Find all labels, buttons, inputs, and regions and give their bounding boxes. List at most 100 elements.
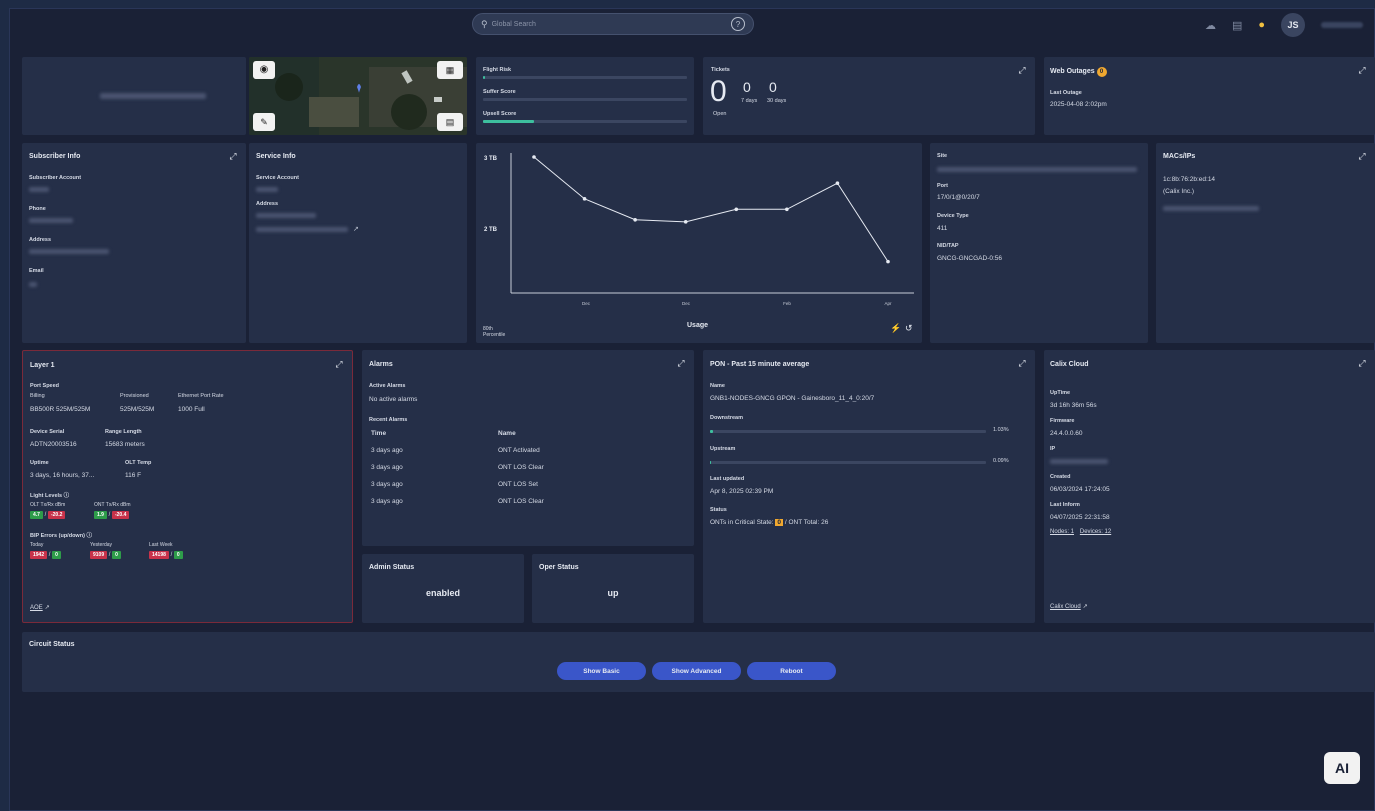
road-icon[interactable]: ▦ xyxy=(437,61,463,79)
expand-icon[interactable]: ⤢ xyxy=(1017,65,1027,75)
today-down-value: 0 xyxy=(52,551,61,559)
usage-series-line xyxy=(533,156,889,262)
port-speed-label: Port Speed xyxy=(30,383,60,389)
y-tick-label: 2 TB xyxy=(484,227,498,233)
admin-status-title: Admin Status xyxy=(369,564,415,571)
ont-rx-value: -20.4 xyxy=(111,511,130,519)
show-basic-button[interactable]: Show Basic xyxy=(557,662,646,680)
usage-data-point xyxy=(683,220,688,224)
notification-icon[interactable]: ● xyxy=(1258,19,1265,31)
alarms-col-time: Time xyxy=(371,430,387,437)
x-tick-label: Dec xyxy=(582,301,591,306)
layer1-title: Layer 1 xyxy=(30,362,55,369)
search-input[interactable]: ⚲ Global Search ? xyxy=(472,13,754,35)
inbox-icon[interactable]: ▤ xyxy=(1232,19,1242,32)
olt-light-values: 4.7 / -20.2 xyxy=(30,511,66,519)
expand-icon[interactable]: ⤢ xyxy=(1357,358,1367,368)
port-value: 17/0/1@0/20/7 xyxy=(937,194,980,201)
aoe-link[interactable]: AOE ↗ xyxy=(30,604,50,611)
downstream-fill xyxy=(710,430,713,433)
last-updated-value: Apr 8, 2025 02:39 PM xyxy=(710,488,774,495)
status-line: ONTs in Critical State: 0 / ONT Total: 2… xyxy=(710,519,828,526)
today-bip-values: 1942 / 0 xyxy=(30,551,61,559)
upsell-score-label: Upsell Score xyxy=(483,111,517,117)
firmware-label: Firmware xyxy=(1050,418,1075,424)
device-serial-value: ADTN20003516 xyxy=(30,441,77,448)
firmware-value: 24.4.0.0.60 xyxy=(1050,430,1083,437)
ai-assistant-button[interactable]: AI xyxy=(1324,752,1360,784)
usage-footer-left: 80th Percentile xyxy=(483,326,506,338)
upsell-score-bar xyxy=(483,120,687,123)
alarm-name: ONT LOS Clear xyxy=(498,498,544,505)
nodes-link[interactable]: Nodes: 1 xyxy=(1050,529,1074,535)
external-link-icon[interactable]: ↗ xyxy=(45,605,50,611)
info-icon[interactable]: ⓘ xyxy=(86,533,92,539)
status-label: Status xyxy=(710,507,727,513)
phone-redacted xyxy=(29,218,73,223)
address-label: Address xyxy=(29,237,52,243)
external-link-icon[interactable]: ↗ xyxy=(353,225,359,233)
calix-uptime-value: 3d 16h 36m 56s xyxy=(1050,402,1097,409)
history-icon[interactable]: ↺ xyxy=(905,323,913,334)
camera-icon[interactable]: ◉ xyxy=(253,61,275,79)
show-advanced-button[interactable]: Show Advanced xyxy=(652,662,741,680)
usage-data-point xyxy=(582,197,587,201)
scores-panel: Flight Risk Suffer Score Upsell Score xyxy=(476,57,694,135)
calix-cloud-link[interactable]: Calix Cloud ↗ xyxy=(1050,603,1088,610)
map-panel[interactable]: ◉ ▦ ✎ ▤ xyxy=(249,57,467,135)
expand-icon[interactable]: ⤢ xyxy=(1357,151,1367,161)
provisioned-value: 525M/525M xyxy=(120,406,155,413)
billing-label: Billing xyxy=(30,393,45,399)
ip-label: IP xyxy=(1050,446,1056,452)
alarm-time: 3 days ago xyxy=(371,481,403,488)
service-info-panel: Service Info Service Account Address ↗ xyxy=(249,143,467,343)
expand-icon[interactable]: ⤢ xyxy=(1357,65,1367,75)
avatar[interactable]: JS xyxy=(1281,13,1305,37)
devices-link[interactable]: Devices: 12 xyxy=(1080,529,1111,535)
site-panel: Site Port 17/0/1@0/20/7 Device Type 411 … xyxy=(930,143,1148,343)
service-info-title: Service Info xyxy=(256,153,296,160)
alarms-title: Alarms xyxy=(369,361,393,368)
pon-name-label: Name xyxy=(710,383,725,389)
yesterday-bip-values: 9109 / 0 xyxy=(90,551,121,559)
reboot-button[interactable]: Reboot xyxy=(747,662,836,680)
usage-data-point xyxy=(785,207,789,212)
service-address-redacted-1 xyxy=(256,213,316,218)
usage-data-point xyxy=(532,155,536,159)
upstream-label: Upstream xyxy=(710,446,736,452)
last-week-down-value: 0 xyxy=(173,551,183,559)
site-label: Site xyxy=(937,153,948,159)
flight-risk-bar xyxy=(483,76,687,79)
calix-cloud-link-text[interactable]: Calix Cloud xyxy=(1050,604,1081,610)
pon-title: PON - Past 15 minute average xyxy=(710,361,810,368)
yesterday-up-value: 9109 xyxy=(90,551,108,559)
ont-light-values: 1.9 / -20.4 xyxy=(94,511,130,519)
macs-ips-panel: MACs/IPs ⤢ 1c:8b:76:2b:ed:14 (Calix Inc.… xyxy=(1156,143,1375,343)
downstream-bar xyxy=(710,430,986,433)
username-redacted xyxy=(1321,22,1363,28)
olt-tx-value: 4.7 xyxy=(30,511,43,519)
expand-icon[interactable]: ⤢ xyxy=(334,359,344,369)
email-label: Email xyxy=(29,268,44,274)
info-icon[interactable]: ⓘ xyxy=(64,493,70,499)
device-serial-label: Device Serial xyxy=(30,429,65,435)
expand-icon[interactable]: ⤢ xyxy=(1017,358,1027,368)
expand-icon[interactable]: ⤢ xyxy=(676,358,686,368)
created-label: Created xyxy=(1050,474,1071,480)
usage-chart-panel: 3 TB 2 TB Dec Dec Feb Apr 80th Percentile Usa… xyxy=(476,143,922,343)
external-link-icon[interactable]: ↗ xyxy=(1083,604,1088,610)
today-label: Today xyxy=(30,542,44,548)
billing-value: BB500R 525M/525M xyxy=(30,406,91,413)
cloud-icon[interactable]: ☁ xyxy=(1205,19,1216,32)
service-account-redacted xyxy=(256,187,278,192)
active-alarms-label: Active Alarms xyxy=(369,383,406,389)
aoe-link-text[interactable]: AOE xyxy=(30,605,43,611)
help-icon[interactable]: ? xyxy=(731,17,745,31)
last-week-up-value: 14198 xyxy=(149,551,169,559)
edit-icon[interactable]: ✎ xyxy=(253,113,275,131)
bolt-icon[interactable]: ⚡ xyxy=(890,323,901,334)
web-outages-badge: 0 xyxy=(1096,67,1107,77)
map-icon[interactable]: ▤ xyxy=(437,113,463,131)
ip-redacted xyxy=(1163,206,1259,211)
expand-icon[interactable]: ⤢ xyxy=(228,151,238,161)
